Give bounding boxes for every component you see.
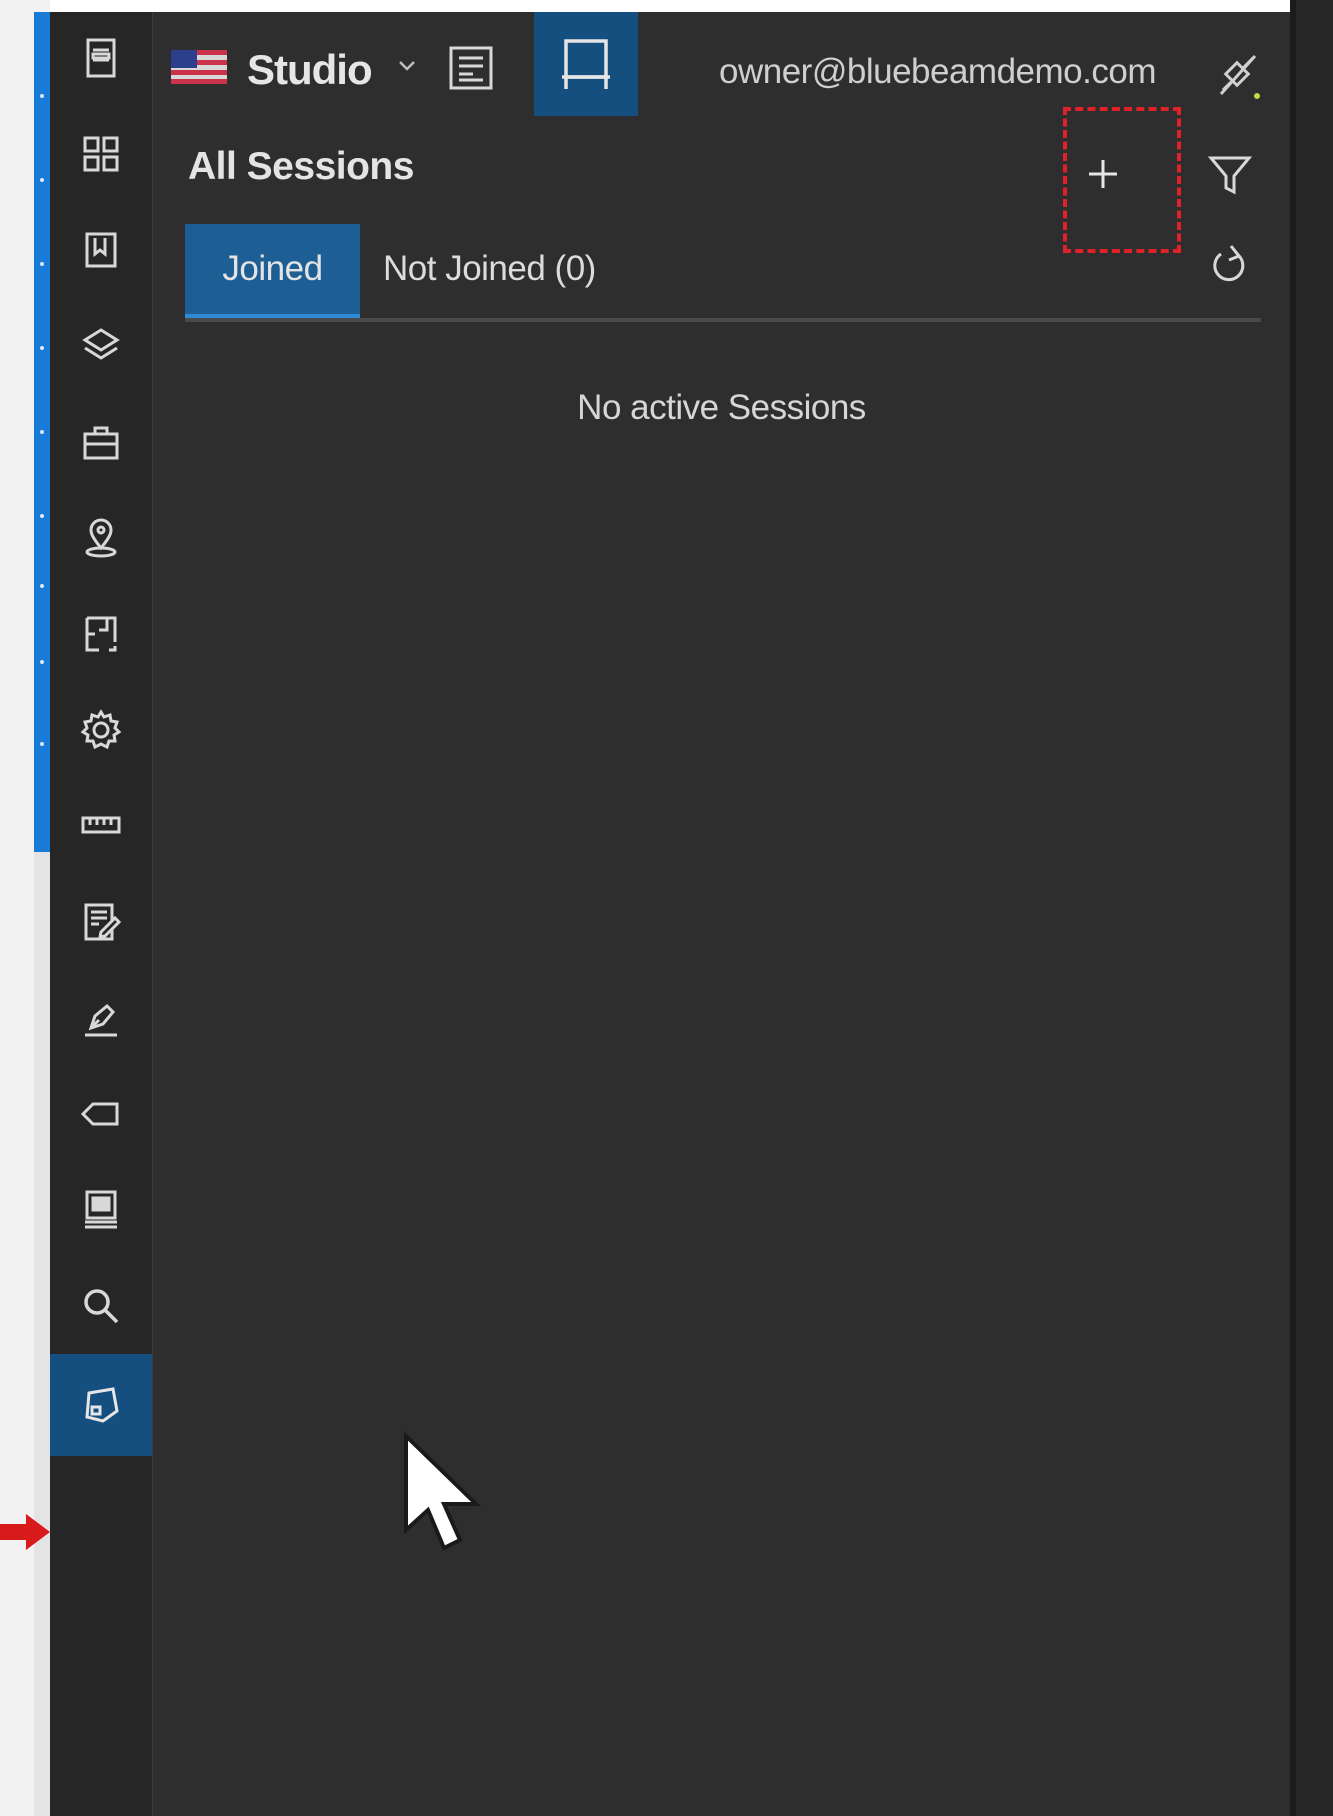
studio-session-icon: [562, 39, 610, 89]
panel-right-edge: [1290, 0, 1333, 1816]
red-arrow-icon: [0, 1514, 50, 1550]
add-session-button[interactable]: [1073, 144, 1133, 204]
rail-studio-button[interactable]: [50, 1354, 152, 1456]
rail-location-button[interactable]: [50, 490, 152, 586]
signatures-pen-icon: [85, 1003, 117, 1037]
document-list-icon[interactable]: [445, 42, 497, 94]
spaces-icon: [85, 616, 117, 652]
rail-spaces-button[interactable]: [50, 586, 152, 682]
toolchest-icon: [83, 426, 119, 460]
studio-header: Studio owner@bluebeamdemo.com: [153, 12, 1290, 116]
rail-bookmarks-button[interactable]: [50, 202, 152, 298]
rail-search-button[interactable]: [50, 1258, 152, 1354]
panel-icon-rail: [50, 12, 153, 1816]
mouse-cursor-icon: [404, 1431, 481, 1551]
studio-session-tab[interactable]: [534, 12, 638, 116]
plug-disconnect-icon[interactable]: [1209, 48, 1265, 104]
markups-list-icon: [84, 903, 122, 941]
tab-joined[interactable]: Joined: [185, 224, 360, 314]
layers-icon: [82, 328, 120, 360]
empty-sessions-message: No active Sessions: [577, 388, 866, 427]
rail-layers-button[interactable]: [50, 298, 152, 394]
rail-toolchest-button[interactable]: [50, 394, 152, 490]
rail-measurements-button[interactable]: [50, 778, 152, 874]
filter-icon[interactable]: [1203, 148, 1257, 202]
grid-icon: [83, 136, 119, 172]
studio-panel: Studio owner@bluebeamdemo.com All Sessio…: [153, 12, 1290, 1816]
all-sessions-title: All Sessions: [188, 145, 414, 188]
properties-gear-icon: [80, 709, 122, 750]
studio-icon: [85, 1387, 119, 1423]
bookmarks-icon: [85, 232, 117, 268]
rail-tags-button[interactable]: [50, 1066, 152, 1162]
window-gray-edge: [34, 852, 50, 1816]
tag-icon: [80, 1102, 119, 1126]
measurements-ruler-icon: [81, 816, 121, 834]
us-flag-icon: [171, 50, 227, 84]
active-tab-indicator: [185, 314, 360, 318]
rail-thumbnails-button[interactable]: [50, 10, 152, 106]
rail-markups-button[interactable]: [50, 874, 152, 970]
rail-grid-button[interactable]: [50, 106, 152, 202]
location-pin-icon: [85, 518, 117, 558]
search-icon: [84, 1289, 119, 1324]
studio-title[interactable]: Studio: [247, 46, 373, 94]
chevron-down-icon[interactable]: [393, 52, 421, 80]
thumbnails-icon: [86, 38, 116, 78]
rail-signatures-button[interactable]: [50, 970, 152, 1066]
account-email[interactable]: owner@bluebeamdemo.com: [719, 52, 1156, 92]
file-access-icon: [85, 1190, 117, 1229]
session-tabs: Joined Not Joined (0): [185, 224, 1261, 322]
tab-not-joined[interactable]: Not Joined (0): [383, 224, 596, 314]
rail-file-access-button[interactable]: [50, 1162, 152, 1258]
accent-edge-dots: [40, 12, 44, 852]
plus-icon: [1089, 160, 1117, 188]
rail-properties-button[interactable]: [50, 682, 152, 778]
